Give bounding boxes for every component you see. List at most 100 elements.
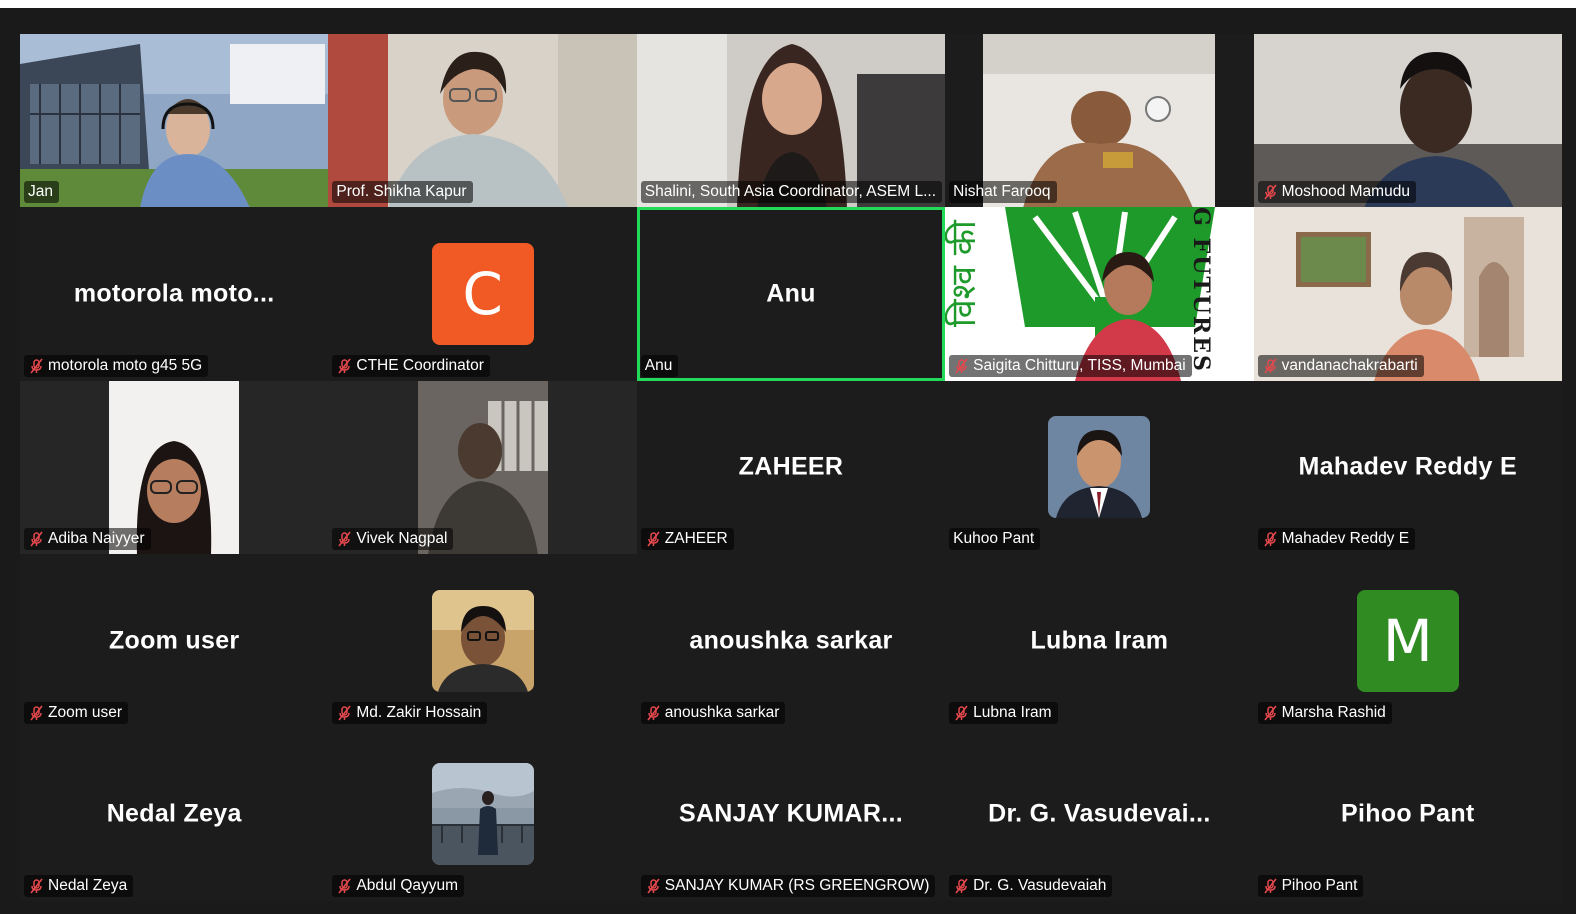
muted-mic-icon [336, 531, 352, 547]
avatar [431, 763, 534, 866]
participant-tile-adiba-naiyyer[interactable]: Adiba Naiyyer [20, 380, 329, 555]
participant-tile-nedal-zeya[interactable]: Nedal Zeya Nedal Zeya [20, 727, 329, 901]
participant-tile-marsha-rashid[interactable]: M Marsha Rashid [1253, 554, 1562, 728]
participant-name: Anu [644, 356, 673, 374]
background-banner-text: G FUTURES [1187, 207, 1214, 374]
participant-name-label: Mahadev Reddy E [1257, 528, 1416, 551]
svg-text:विश्व की: विश्व की [945, 219, 984, 327]
participant-tile-saigita-chitturu[interactable]: विश्व की G FUTURES Saigita Chitturu, TIS… [945, 207, 1254, 381]
video-grid: Jan Prof. Shikha Kapur Shalini, South As… [20, 34, 1562, 901]
participant-name: Dr. G. Vasudevaiah [973, 876, 1107, 894]
participant-name: Md. Zakir Hossain [356, 703, 482, 721]
muted-mic-icon [645, 878, 661, 894]
participant-name: Prof. Shikha Kapur [336, 183, 467, 201]
avatar [431, 589, 534, 692]
participant-tile-cthe-coordinator[interactable]: C CTHE Coordinator [328, 207, 637, 381]
muted-mic-icon [953, 878, 969, 894]
participant-name: Nishat Farooq [953, 183, 1051, 201]
participant-name-label: motorola moto g45 5G [24, 354, 209, 377]
participant-name-label: Saigita Chitturu, TISS, Mumbai [949, 354, 1192, 377]
participant-name-label: SANJAY KUMAR (RS GREENGROW) [640, 874, 936, 897]
participant-display-name: motorola moto... [73, 279, 275, 308]
participant-name: CTHE Coordinator [356, 356, 484, 374]
participant-tile-anu-active-speaker[interactable]: Anu Anu [636, 207, 946, 381]
participant-tile-zakir-hossain[interactable]: Md. Zakir Hossain [328, 554, 637, 728]
participant-tile-vandanachakrabarti[interactable]: vandanachakrabarti [1253, 207, 1562, 381]
participant-name-label: Vivek Nagpal [332, 528, 454, 551]
participant-tile-zaheer[interactable]: ZAHEER ZAHEER [636, 380, 946, 555]
participant-tile-abdul-qayyum[interactable]: Abdul Qayyum [328, 727, 637, 901]
muted-mic-icon [28, 705, 44, 721]
participant-tile-vasudevaiah[interactable]: Dr. G. Vasudevai... Dr. G. Vasudevaiah [945, 727, 1254, 901]
participant-name-label: Adiba Naiyyer [24, 528, 151, 551]
participant-tile-mahadev-reddy[interactable]: Mahadev Reddy E Mahadev Reddy E [1253, 380, 1562, 555]
participant-display-name: Mahadev Reddy E [1298, 452, 1517, 481]
participant-name-label: Marsha Rashid [1257, 701, 1392, 724]
participant-name-label: Prof. Shikha Kapur [332, 181, 473, 204]
participant-name: Moshood Mamudu [1281, 183, 1410, 201]
participant-tile-lubna-iram[interactable]: Lubna Iram Lubna Iram [945, 554, 1254, 728]
participant-display-name: Lubna Iram [1030, 626, 1169, 655]
participant-tile-jan[interactable]: Jan [20, 34, 329, 208]
participant-name-label: Nedal Zeya [24, 874, 134, 897]
meeting-gallery-view: Jan Prof. Shikha Kapur Shalini, South As… [0, 8, 1576, 914]
participant-name-label: vandanachakrabarti [1257, 354, 1424, 377]
participant-name: Saigita Chitturu, TISS, Mumbai [973, 356, 1186, 374]
participant-name-label: Jan [24, 181, 59, 204]
participant-display-name: ZAHEER [738, 452, 844, 481]
participant-name: Abdul Qayyum [356, 876, 459, 894]
muted-mic-icon [1262, 358, 1278, 374]
participant-display-name: Nedal Zeya [106, 799, 242, 828]
muted-mic-icon [336, 878, 352, 894]
participant-name: vandanachakrabarti [1281, 356, 1418, 374]
avatar-letter: M [1382, 606, 1433, 675]
muted-mic-icon [953, 705, 969, 721]
muted-mic-icon [645, 705, 661, 721]
participant-video [20, 34, 329, 208]
participant-display-name: Pihoo Pant [1340, 799, 1475, 828]
avatar: M [1356, 589, 1459, 692]
participant-tile-anoushka-sarkar[interactable]: anoushka sarkar anoushka sarkar [636, 554, 946, 728]
participant-name-label: anoushka sarkar [640, 701, 786, 724]
muted-mic-icon [28, 878, 44, 894]
participant-name: motorola moto g45 5G [48, 356, 203, 374]
participant-tile-kuhoo-pant[interactable]: Kuhoo Pant [945, 380, 1254, 555]
muted-mic-icon [1262, 531, 1278, 547]
participant-tile-nishat-farooq[interactable]: Nishat Farooq [945, 34, 1254, 208]
participant-name-label: Zoom user [24, 701, 129, 724]
participant-name: ZAHEER [664, 530, 728, 548]
participant-name: Shalini, South Asia Coordinator, ASEM L.… [644, 183, 937, 201]
participant-name-label: Kuhoo Pant [949, 528, 1041, 551]
participant-name-label: CTHE Coordinator [332, 354, 490, 377]
muted-mic-icon [1262, 878, 1278, 894]
participant-name: anoushka sarkar [664, 703, 780, 721]
participant-name-label: Dr. G. Vasudevaiah [949, 874, 1113, 897]
participant-display-name: Dr. G. Vasudevai... [988, 799, 1211, 828]
participant-tile-shikha-kapur[interactable]: Prof. Shikha Kapur [328, 34, 637, 208]
avatar-letter: C [462, 260, 503, 329]
participant-tile-shalini[interactable]: Shalini, South Asia Coordinator, ASEM L.… [636, 34, 946, 208]
participant-name: Pihoo Pant [1281, 876, 1358, 894]
muted-mic-icon [336, 705, 352, 721]
participant-display-name: SANJAY KUMAR... [678, 799, 903, 828]
participant-display-name: Anu [766, 279, 816, 308]
participant-name-label: Md. Zakir Hossain [332, 701, 488, 724]
participant-name: Vivek Nagpal [356, 530, 448, 548]
participant-name: Mahadev Reddy E [1281, 530, 1410, 548]
muted-mic-icon [28, 531, 44, 547]
participant-tile-moshood-mamudu[interactable]: Moshood Mamudu [1253, 34, 1562, 208]
participant-name-label: Shalini, South Asia Coordinator, ASEM L.… [640, 181, 943, 204]
muted-mic-icon [28, 358, 44, 374]
participant-tile-zoom-user[interactable]: Zoom user Zoom user [20, 554, 329, 728]
participant-name-label: Moshood Mamudu [1257, 181, 1416, 204]
participant-tile-motorola[interactable]: motorola moto... motorola moto g45 5G [20, 207, 329, 381]
participant-name-label: ZAHEER [640, 528, 734, 551]
participant-name: Adiba Naiyyer [48, 530, 145, 548]
participant-tile-vivek-nagpal[interactable]: Vivek Nagpal [328, 380, 637, 555]
participant-tile-pihoo-pant[interactable]: Pihoo Pant Pihoo Pant [1253, 727, 1562, 901]
participant-name: Lubna Iram [973, 703, 1052, 721]
participant-name-label: Pihoo Pant [1257, 874, 1364, 897]
avatar: C [431, 243, 534, 346]
participant-tile-sanjay-kumar[interactable]: SANJAY KUMAR... SANJAY KUMAR (RS GREENGR… [636, 727, 946, 901]
participant-name-label: Nishat Farooq [949, 181, 1057, 204]
